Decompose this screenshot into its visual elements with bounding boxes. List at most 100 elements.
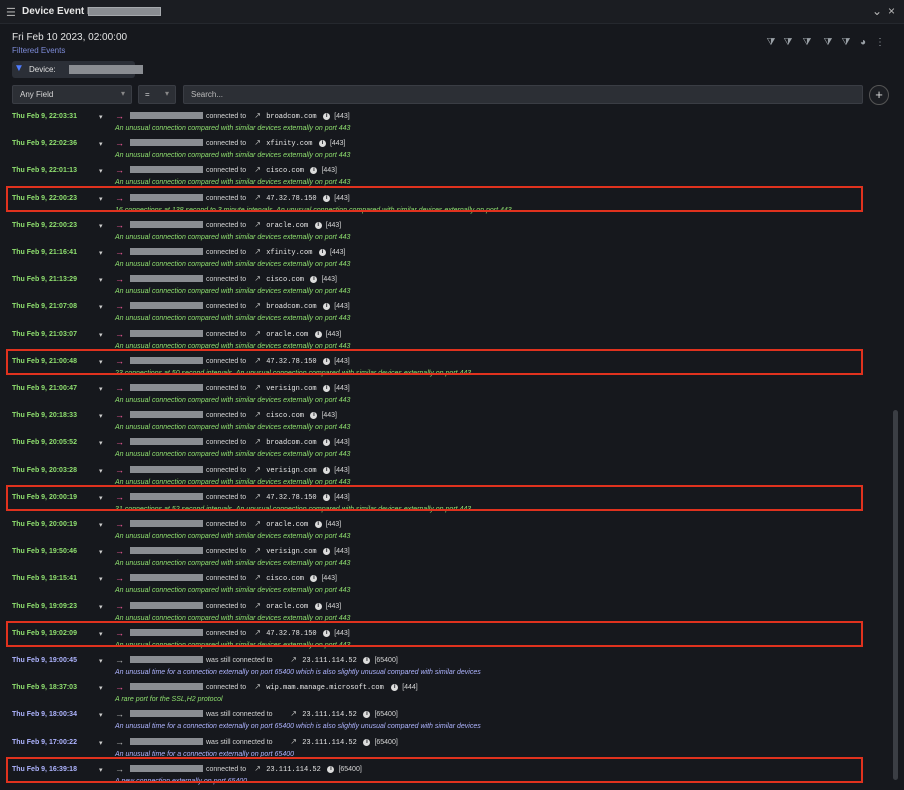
search-input[interactable]: [183, 85, 863, 104]
event-row[interactable]: Thu Feb 9, 21:16:41 ▾ → connected to ↗ xfinit…: [0, 246, 890, 273]
external-link-icon[interactable]: ↗: [254, 301, 261, 310]
info-icon[interactable]: i: [314, 221, 322, 229]
info-icon[interactable]: i: [310, 412, 318, 420]
destination-link[interactable]: xfinity.com: [266, 140, 312, 148]
external-link-icon[interactable]: ↗: [254, 546, 261, 555]
chevron-down-icon[interactable]: ▾: [99, 521, 103, 529]
chevron-down-icon[interactable]: ▾: [99, 575, 103, 583]
event-row[interactable]: Thu Feb 9, 19:50:46 ▾ → connected to ↗ verisi…: [0, 545, 890, 572]
event-row[interactable]: Thu Feb 9, 22:02:36 ▾ → connected to ↗ xfinit…: [0, 137, 890, 164]
destination-link[interactable]: oracle.com: [266, 331, 308, 339]
chevron-down-icon[interactable]: ▾: [99, 439, 103, 447]
event-row[interactable]: Thu Feb 9, 22:00:23 ▾ → connected to ↗ oracle…: [0, 219, 890, 246]
destination-link[interactable]: cisco.com: [266, 412, 304, 420]
event-row[interactable]: Thu Feb 9, 20:00:19 ▾ → connected to ↗ 47.32.…: [0, 484, 890, 518]
destination-link[interactable]: broadcom.com: [266, 439, 316, 447]
destination-link[interactable]: 23.111.114.52: [302, 657, 357, 665]
minimize-icon[interactable]: ⌄: [872, 4, 882, 18]
external-link-icon[interactable]: ↗: [254, 437, 261, 446]
external-link-icon[interactable]: ↗: [254, 682, 261, 691]
chevron-down-icon[interactable]: ▾: [99, 113, 103, 121]
external-link-icon[interactable]: ↗: [254, 220, 261, 229]
external-link-icon[interactable]: ↗: [254, 138, 261, 147]
event-row[interactable]: Thu Feb 9, 21:00:47 ▾ → connected to ↗ verisi…: [0, 382, 890, 409]
external-link-icon[interactable]: ↗: [290, 737, 297, 746]
chevron-down-icon[interactable]: ▾: [99, 657, 103, 665]
destination-link[interactable]: cisco.com: [266, 575, 304, 583]
event-row[interactable]: Thu Feb 9, 22:03:31 ▾ → connected to ↗ broadc…: [0, 110, 890, 137]
event-row[interactable]: Thu Feb 9, 19:00:45 ▾ → was still connected…: [0, 654, 890, 681]
scrollbar[interactable]: [893, 410, 898, 780]
more-icon[interactable]: ⋮: [873, 37, 887, 48]
info-icon[interactable]: i: [323, 303, 331, 311]
chevron-down-icon[interactable]: ▾: [99, 548, 103, 556]
info-icon[interactable]: i: [323, 113, 331, 120]
filter-uc-icon[interactable]: ⧩: [800, 37, 814, 48]
palette-icon[interactable]: ◕: [856, 37, 870, 48]
destination-link[interactable]: 23.111.114.52: [302, 739, 357, 747]
destination-link[interactable]: xfinity.com: [266, 249, 312, 257]
destination-link[interactable]: verisign.com: [266, 548, 316, 556]
info-icon[interactable]: i: [314, 602, 322, 610]
filter-icon[interactable]: ⧩: [764, 37, 778, 48]
external-link-icon[interactable]: ↗: [290, 655, 297, 664]
external-link-icon[interactable]: ↗: [254, 247, 261, 256]
chevron-down-icon[interactable]: ▾: [99, 385, 103, 393]
event-row[interactable]: Thu Feb 9, 18:37:03 ▾ → connected to ↗ wip.ma…: [0, 681, 890, 708]
info-icon[interactable]: i: [323, 466, 331, 474]
info-icon[interactable]: i: [363, 711, 371, 719]
info-icon[interactable]: i: [391, 684, 399, 692]
external-link-icon[interactable]: ↗: [254, 383, 261, 392]
info-icon[interactable]: i: [363, 657, 371, 664]
info-icon[interactable]: i: [318, 140, 326, 148]
event-row[interactable]: Thu Feb 9, 18:00:34 ▾ → was still connected…: [0, 708, 890, 735]
destination-link[interactable]: 23.111.114.52: [302, 711, 357, 719]
external-link-icon[interactable]: ↗: [254, 111, 261, 120]
chevron-down-icon[interactable]: ▾: [99, 276, 103, 284]
event-row[interactable]: Thu Feb 9, 19:15:41 ▾ → connected to ↗ cisco.…: [0, 572, 890, 599]
close-icon[interactable]: ×: [888, 4, 895, 18]
destination-link[interactable]: oracle.com: [266, 521, 308, 529]
info-icon[interactable]: i: [323, 548, 331, 556]
destination-link[interactable]: broadcom.com: [266, 303, 316, 311]
info-icon[interactable]: i: [314, 521, 322, 528]
event-row[interactable]: Thu Feb 9, 21:00:48 ▾ → connected to ↗ 47.32.…: [0, 348, 890, 382]
event-row[interactable]: Thu Feb 9, 21:07:08 ▾ → connected to ↗ broadc…: [0, 300, 890, 327]
filter-icon[interactable]: ⧩: [839, 37, 853, 48]
destination-link[interactable]: broadcom.com: [266, 113, 316, 121]
add-filter-button[interactable]: +: [869, 85, 889, 105]
info-icon[interactable]: i: [363, 738, 371, 746]
event-row[interactable]: Thu Feb 9, 21:13:29 ▾ → connected to ↗ cisco.…: [0, 273, 890, 300]
destination-link[interactable]: verisign.com: [266, 385, 316, 393]
chevron-down-icon[interactable]: ▾: [99, 303, 103, 311]
destination-link[interactable]: cisco.com: [266, 167, 304, 175]
info-icon[interactable]: i: [318, 249, 326, 256]
operator-select[interactable]: = ▾: [138, 85, 176, 104]
chevron-down-icon[interactable]: ▾: [99, 167, 103, 175]
chevron-down-icon[interactable]: ▾: [99, 684, 103, 692]
destination-link[interactable]: oracle.com: [266, 222, 308, 230]
list-icon[interactable]: ☰: [6, 6, 16, 19]
info-icon[interactable]: i: [323, 385, 331, 392]
info-icon[interactable]: i: [310, 575, 318, 583]
info-icon[interactable]: i: [310, 167, 318, 175]
chevron-down-icon[interactable]: ▾: [99, 603, 103, 611]
field-select[interactable]: Any Field ▾: [12, 85, 132, 104]
event-row[interactable]: Thu Feb 9, 20:05:52 ▾ → connected to ↗ broadc…: [0, 436, 890, 463]
filter-off-icon[interactable]: ⧩: [781, 37, 795, 48]
destination-link[interactable]: wip.mam.manage.microsoft.com: [266, 684, 384, 692]
external-link-icon[interactable]: ↗: [254, 601, 261, 610]
info-icon[interactable]: i: [310, 276, 318, 284]
destination-link[interactable]: cisco.com: [266, 276, 304, 284]
event-row[interactable]: Thu Feb 9, 22:00:23 ▾ → connected to ↗ 47.32.…: [0, 185, 890, 219]
event-row[interactable]: Thu Feb 9, 20:00:19 ▾ → connected to ↗ oracle…: [0, 518, 890, 545]
chevron-down-icon[interactable]: ▾: [99, 739, 103, 747]
destination-link[interactable]: oracle.com: [266, 603, 308, 611]
event-row[interactable]: Thu Feb 9, 20:18:33 ▾ → connected to ↗ cisco.…: [0, 409, 890, 436]
chevron-down-icon[interactable]: ▾: [99, 711, 103, 719]
external-link-icon[interactable]: ↗: [290, 709, 297, 718]
chevron-down-icon[interactable]: ▾: [99, 140, 103, 148]
destination-link[interactable]: verisign.com: [266, 467, 316, 475]
external-link-icon[interactable]: ↗: [254, 519, 261, 528]
device-filter-chip[interactable]: ▼ Device:: [12, 61, 143, 78]
